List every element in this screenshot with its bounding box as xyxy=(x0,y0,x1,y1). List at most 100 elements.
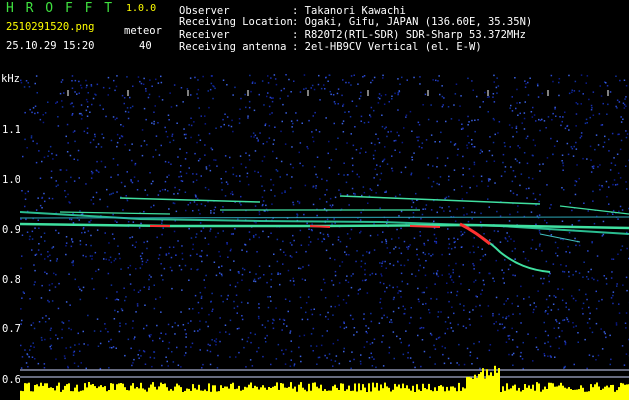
noise-speck xyxy=(619,79,621,82)
noise-speck xyxy=(302,165,304,167)
noise-speck xyxy=(161,222,163,224)
noise-speck xyxy=(250,90,252,93)
noise-speck xyxy=(89,111,91,113)
noise-speck xyxy=(443,210,445,212)
noise-speck xyxy=(425,302,427,305)
noise-speck xyxy=(554,241,557,244)
noise-speck xyxy=(547,116,550,118)
histogram-bar xyxy=(518,387,520,400)
noise-speck xyxy=(360,230,362,233)
noise-speck xyxy=(121,94,124,97)
noise-speck xyxy=(550,309,553,311)
noise-speck xyxy=(185,333,187,335)
noise-speck xyxy=(411,206,413,208)
noise-speck xyxy=(90,244,92,247)
noise-speck xyxy=(313,308,315,310)
noise-speck xyxy=(113,238,115,240)
noise-speck xyxy=(107,76,110,79)
noise-speck xyxy=(397,92,399,94)
noise-speck xyxy=(575,244,577,247)
noise-speck xyxy=(284,191,286,193)
noise-speck xyxy=(190,117,192,119)
noise-speck xyxy=(42,121,45,124)
histogram-bar xyxy=(176,383,178,400)
noise-speck xyxy=(59,92,62,95)
noise-speck xyxy=(172,139,175,142)
noise-speck xyxy=(44,338,46,341)
noise-speck xyxy=(198,107,200,109)
noise-speck xyxy=(397,93,399,96)
noise-speck xyxy=(461,185,463,188)
noise-speck xyxy=(592,190,594,193)
noise-speck xyxy=(72,131,75,133)
noise-speck xyxy=(595,322,598,325)
noise-speck xyxy=(488,180,490,182)
noise-speck xyxy=(292,201,294,204)
noise-speck xyxy=(155,298,157,300)
noise-speck xyxy=(436,182,438,185)
noise-speck xyxy=(434,348,437,350)
noise-speck xyxy=(396,286,399,288)
histogram-bar xyxy=(288,386,290,400)
location-label: Receiving Location xyxy=(179,16,293,28)
histogram-bar xyxy=(216,391,218,400)
noise-speck xyxy=(451,279,453,281)
noise-speck xyxy=(154,105,156,107)
noise-speck xyxy=(345,302,348,304)
noise-speck xyxy=(447,195,450,198)
histogram-bar xyxy=(620,382,622,400)
noise-speck xyxy=(342,105,344,107)
histogram-bar xyxy=(158,386,160,400)
noise-speck xyxy=(385,126,387,128)
noise-speck xyxy=(217,232,219,234)
noise-speck xyxy=(106,188,108,191)
noise-speck xyxy=(339,265,341,267)
noise-speck xyxy=(327,152,329,155)
histogram-bar xyxy=(500,392,502,400)
noise-speck xyxy=(281,349,283,352)
noise-speck xyxy=(71,80,73,82)
noise-speck xyxy=(515,127,518,129)
noise-speck xyxy=(467,135,469,137)
noise-speck xyxy=(343,347,345,350)
noise-speck xyxy=(279,318,281,321)
noise-speck xyxy=(205,166,208,168)
noise-speck xyxy=(458,275,461,278)
noise-speck xyxy=(484,91,486,94)
noise-speck xyxy=(34,112,36,115)
noise-speck xyxy=(451,306,453,308)
noise-speck xyxy=(351,100,354,102)
noise-speck xyxy=(224,324,227,326)
noise-speck xyxy=(248,159,251,161)
noise-speck xyxy=(200,115,202,117)
noise-speck xyxy=(610,162,613,164)
noise-speck xyxy=(194,152,196,155)
noise-speck xyxy=(190,237,193,239)
noise-speck xyxy=(40,336,43,339)
noise-speck xyxy=(133,176,136,178)
histogram-bar xyxy=(292,388,294,400)
noise-speck xyxy=(92,196,95,198)
noise-speck xyxy=(168,119,170,121)
noise-speck xyxy=(247,117,249,119)
noise-speck xyxy=(462,325,465,327)
noise-speck xyxy=(518,161,521,164)
noise-speck xyxy=(548,295,551,297)
noise-speck xyxy=(448,273,450,275)
noise-speck xyxy=(393,248,395,250)
noise-speck xyxy=(591,277,593,279)
noise-speck xyxy=(127,267,129,269)
noise-speck xyxy=(222,206,224,208)
histogram-bar xyxy=(446,386,448,400)
histogram-bar xyxy=(240,390,242,400)
noise-speck xyxy=(324,194,326,196)
noise-speck xyxy=(399,338,401,340)
noise-speck xyxy=(20,267,22,270)
noise-speck xyxy=(523,112,526,114)
noise-speck xyxy=(586,158,588,160)
noise-speck xyxy=(574,237,576,240)
noise-speck xyxy=(469,186,471,189)
histogram-bar xyxy=(96,388,98,400)
noise-speck xyxy=(419,76,421,78)
noise-speck xyxy=(169,141,171,144)
